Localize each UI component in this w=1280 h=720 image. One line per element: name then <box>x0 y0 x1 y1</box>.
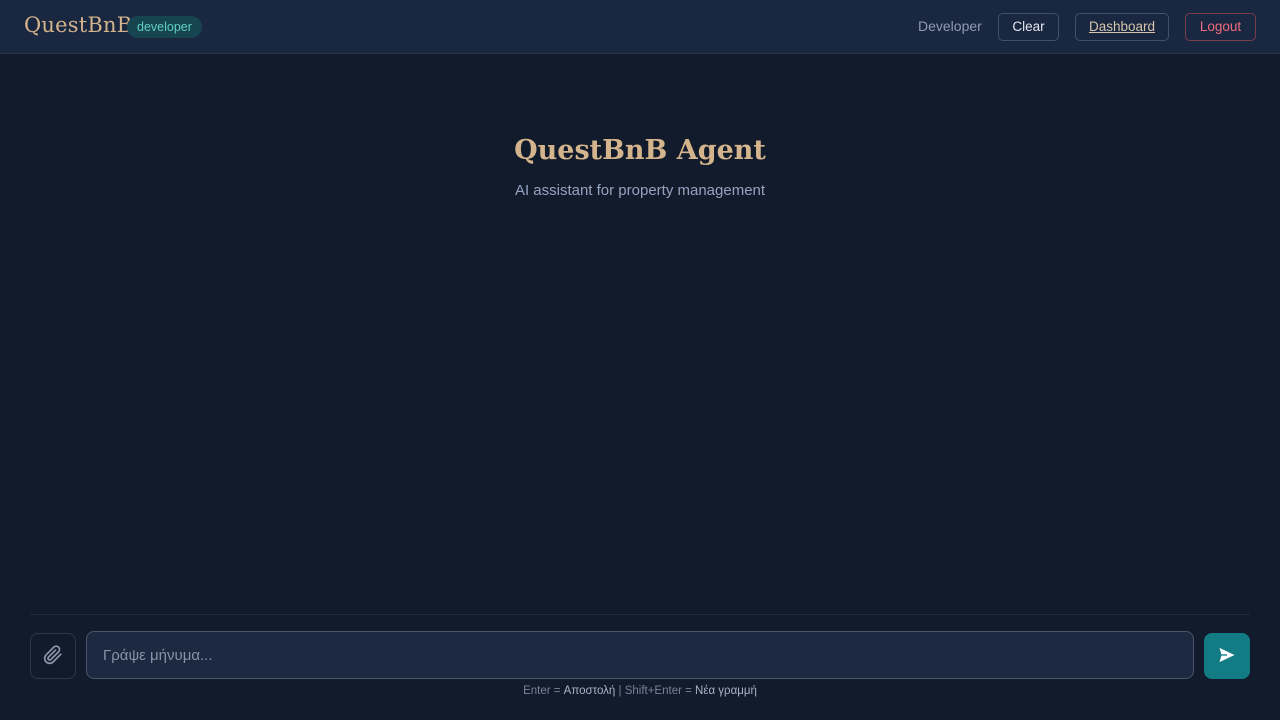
role-badge: developer <box>127 16 202 38</box>
send-icon <box>1217 645 1237 668</box>
top-bar: QuestBnB developer Developer Clear Dashb… <box>0 0 1280 54</box>
hint-shift-action: Νέα γραμμή <box>695 685 757 697</box>
attach-button[interactable] <box>30 633 76 679</box>
keyboard-hint: Enter = Αποστολή | Shift+Enter = Νέα γρα… <box>0 685 1280 697</box>
paperclip-icon <box>43 644 63 668</box>
app-logo[interactable]: QuestBnB <box>24 13 132 37</box>
message-input[interactable] <box>86 631 1194 679</box>
hint-shift-key: Shift+Enter = <box>624 685 696 697</box>
composer-divider <box>30 614 1250 615</box>
agent-title: QuestBnB Agent <box>514 135 766 166</box>
clear-button[interactable]: Clear <box>998 13 1059 41</box>
send-button[interactable] <box>1204 633 1250 679</box>
hint-separator: | <box>615 685 625 697</box>
hint-enter-key: Enter = <box>523 685 564 697</box>
logout-button[interactable]: Logout <box>1185 13 1256 41</box>
user-name: Developer <box>918 18 982 34</box>
hint-enter-action: Αποστολή <box>563 685 616 697</box>
dashboard-button[interactable]: Dashboard <box>1075 13 1169 41</box>
agent-subtitle: AI assistant for property management <box>514 182 766 199</box>
